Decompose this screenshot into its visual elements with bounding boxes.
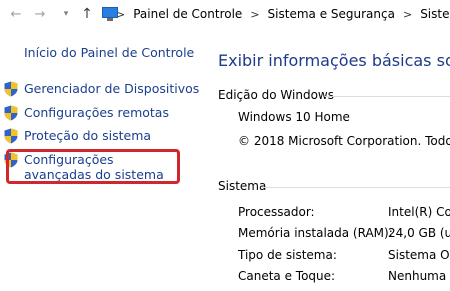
breadcrumb-sistema[interactable]: Sistema [420,7,450,21]
breadcrumb-painel-de-controle[interactable]: Painel de Controle [133,7,242,21]
task-system-protection-label[interactable]: Proteção do sistema [24,128,151,143]
section-divider [262,187,450,188]
copyright-text: © 2018 Microsoft Corporation. Todos os [238,134,450,148]
system-type-label: Tipo de sistema: [238,248,337,262]
windows-edition-heading: Edição do Windows [218,88,334,102]
highlight-box [6,149,180,184]
task-system-protection[interactable]: Proteção do sistema [0,128,151,144]
uac-shield-icon [4,128,18,144]
system-type-value: Sistema Ope [388,248,450,262]
breadcrumb-separator[interactable]: > [403,8,412,21]
navigation-bar: ← → ▾ ↑ > Painel de Controle > Sistema e… [0,0,450,29]
processor-value: Intel(R) Cor [388,205,450,219]
section-divider [325,96,450,97]
task-device-manager-label[interactable]: Gerenciador de Dispositivos [24,81,199,96]
windows-edition-value: Windows 10 Home [238,110,350,124]
address-bar[interactable]: > Painel de Controle > Sistema e Seguran… [102,3,450,25]
breadcrumb-separator[interactable]: > [250,8,259,21]
up-arrow-icon[interactable]: ↑ [78,5,96,23]
installed-ram-value: 24,0 GB (util [388,226,450,240]
system-info-pane: Exibir informações básicas sobre o Ediçã… [200,29,450,291]
uac-shield-icon [4,105,18,121]
recent-locations-dropdown-icon[interactable]: ▾ [57,5,75,23]
pen-touch-label: Caneta e Toque: [238,269,336,283]
uac-shield-icon [4,81,18,97]
task-remote-settings[interactable]: Configurações remotas [0,105,169,121]
task-device-manager[interactable]: Gerenciador de Dispositivos [0,81,199,97]
processor-label: Processador: [238,205,315,219]
installed-ram-label: Memória instalada (RAM): [238,226,393,240]
breadcrumb-sistema-e-seguranca[interactable]: Sistema e Segurança [268,7,395,21]
system-heading: Sistema [218,179,267,193]
forward-arrow-icon[interactable]: → [31,5,49,23]
page-title: Exibir informações básicas sobre o [218,51,450,70]
pen-touch-value: Nenhuma E [388,269,450,283]
back-arrow-icon[interactable]: ← [7,5,25,23]
control-panel-home-link[interactable]: Início do Painel de Controle [24,45,194,60]
task-remote-settings-label[interactable]: Configurações remotas [24,105,169,120]
